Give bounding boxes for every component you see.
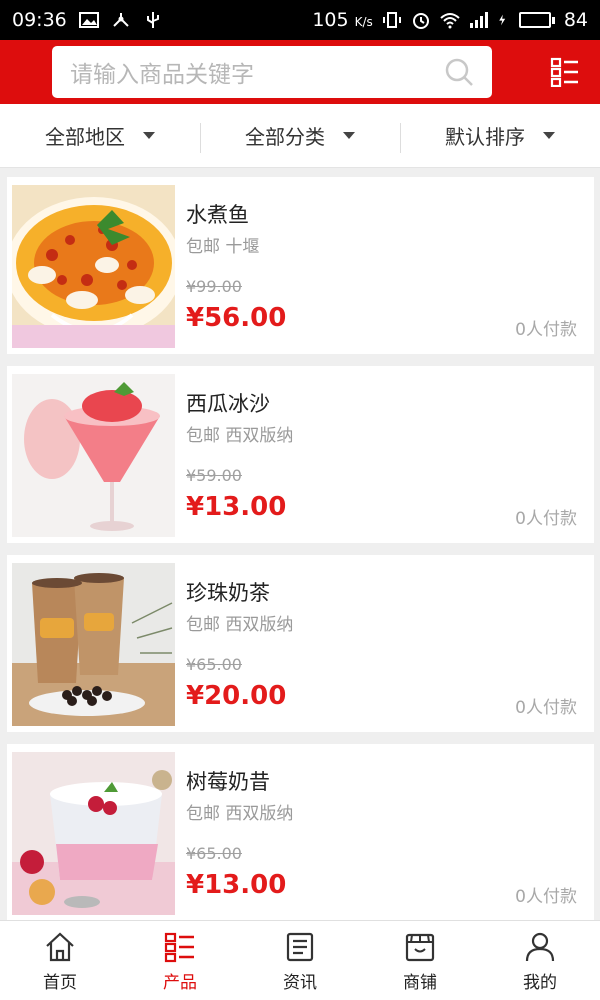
product-card[interactable]: 树莓奶昔 包邮 西双版纳 ¥65.00 ¥13.00 0人付款 xyxy=(7,744,594,921)
product-image[interactable] xyxy=(12,563,175,726)
search-input[interactable]: 请输入商品关键字 xyxy=(52,46,492,98)
shop-icon xyxy=(405,933,435,962)
filter-category[interactable]: 全部分类 xyxy=(200,104,400,167)
alarm-icon xyxy=(412,13,429,29)
filter-label: 全部地区 xyxy=(45,125,125,149)
product-name: 西瓜冰沙 xyxy=(186,392,270,416)
tab-shop[interactable]: 商铺 xyxy=(360,921,480,1000)
filter-bar: 全部地区 全部分类 默认排序 xyxy=(0,104,600,168)
tab-label: 首页 xyxy=(43,973,77,993)
status-bar: 09:36 105 K/s 84 xyxy=(0,0,600,40)
usb-icon xyxy=(146,12,159,28)
product-image[interactable] xyxy=(12,374,175,537)
header: 请输入商品关键字 xyxy=(0,40,600,104)
product-shipping: 包邮 十堰 xyxy=(186,237,260,257)
tab-products[interactable]: 产品 xyxy=(120,921,240,1000)
product-name: 树莓奶昔 xyxy=(186,770,270,794)
product-image[interactable] xyxy=(12,185,175,348)
sales-count: 0人付款 xyxy=(515,887,577,907)
filter-region[interactable]: 全部地区 xyxy=(0,104,200,167)
wifi-icon xyxy=(440,13,460,29)
current-price: ¥56.00 xyxy=(186,303,287,333)
signal-icon xyxy=(469,12,488,28)
current-price: ¥13.00 xyxy=(186,492,287,522)
original-price: ¥65.00 xyxy=(186,655,242,674)
original-price: ¥65.00 xyxy=(186,844,242,863)
product-card[interactable]: 珍珠奶茶 包邮 西双版纳 ¥65.00 ¥20.00 0人付款 xyxy=(7,555,594,732)
usb-branch-icon xyxy=(113,13,129,27)
news-icon xyxy=(286,932,314,962)
product-shipping: 包邮 西双版纳 xyxy=(186,804,294,824)
search-placeholder: 请输入商品关键字 xyxy=(70,62,254,88)
image-icon xyxy=(78,12,99,28)
tab-home[interactable]: 首页 xyxy=(0,921,120,1000)
filter-label: 默认排序 xyxy=(445,125,525,149)
user-icon xyxy=(525,932,555,962)
charging-icon xyxy=(499,14,506,26)
list-icon xyxy=(164,932,194,963)
product-card[interactable]: 西瓜冰沙 包邮 西双版纳 ¥59.00 ¥13.00 0人付款 xyxy=(7,366,594,543)
net-speed: 105 K/s xyxy=(312,9,373,31)
tab-label: 资讯 xyxy=(283,973,317,993)
product-name: 珍珠奶茶 xyxy=(186,581,270,605)
clock: 09:36 xyxy=(12,9,67,31)
current-price: ¥13.00 xyxy=(186,870,287,900)
bottom-tab-bar: 首页 产品 资讯 商铺 我的 xyxy=(0,920,600,1000)
home-icon xyxy=(46,932,74,962)
category-menu-icon[interactable] xyxy=(550,57,580,87)
original-price: ¥99.00 xyxy=(186,277,242,296)
caret-down-icon xyxy=(143,132,155,139)
sales-count: 0人付款 xyxy=(515,698,577,718)
battery-icon xyxy=(518,12,555,28)
product-image[interactable] xyxy=(12,752,175,915)
caret-down-icon xyxy=(543,132,555,139)
search-icon[interactable] xyxy=(444,57,474,87)
sales-count: 0人付款 xyxy=(515,320,577,340)
tab-news[interactable]: 资讯 xyxy=(240,921,360,1000)
product-shipping: 包邮 西双版纳 xyxy=(186,426,294,446)
filter-sort[interactable]: 默认排序 xyxy=(400,104,600,167)
tab-label: 产品 xyxy=(163,973,197,993)
current-price: ¥20.00 xyxy=(186,681,287,711)
tab-label: 商铺 xyxy=(403,973,437,993)
product-card[interactable]: 水煮鱼 包邮 十堰 ¥99.00 ¥56.00 0人付款 xyxy=(7,177,594,354)
vibrate-icon xyxy=(382,12,401,28)
tab-label: 我的 xyxy=(523,973,557,993)
tab-mine[interactable]: 我的 xyxy=(480,921,600,1000)
sales-count: 0人付款 xyxy=(515,509,577,529)
original-price: ¥59.00 xyxy=(186,466,242,485)
product-name: 水煮鱼 xyxy=(186,203,249,227)
product-shipping: 包邮 西双版纳 xyxy=(186,615,294,635)
battery-percent: 84 xyxy=(563,9,588,31)
caret-down-icon xyxy=(343,132,355,139)
filter-label: 全部分类 xyxy=(245,125,325,149)
